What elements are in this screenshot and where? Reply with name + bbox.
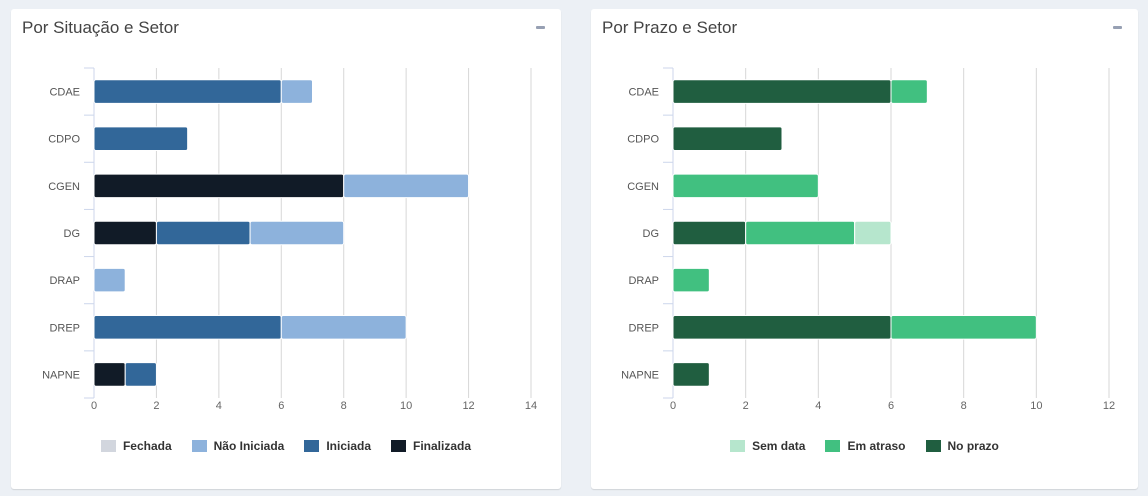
bar-segment[interactable] bbox=[890, 315, 1037, 340]
bar-segment[interactable] bbox=[672, 220, 747, 246]
prazo-setor-chart: CDAE CDPO CGEN DG DRAP DREP NAPNE 0 2 4 6 8 10 12 bbox=[621, 67, 1115, 412]
x-tick-label: 14 bbox=[525, 400, 537, 412]
category-label: CGEN bbox=[627, 181, 659, 193]
bar-segment[interactable] bbox=[854, 220, 892, 246]
x-tick-label: 0 bbox=[670, 400, 676, 412]
x-tick-label: 0 bbox=[91, 400, 97, 412]
x-tick-label: 4 bbox=[216, 400, 222, 412]
legend-item[interactable]: Sem data bbox=[730, 439, 805, 453]
category-label: CDAE bbox=[49, 87, 80, 99]
bar-segment[interactable] bbox=[890, 79, 928, 104]
legend-label: Sem data bbox=[752, 439, 806, 453]
prazo-setor-panel: Por Prazo e Setor CDAE CDPO CGEN DG DRAP DREP… bbox=[591, 9, 1138, 489]
category-label: CDAE bbox=[628, 87, 659, 99]
bar-segment[interactable] bbox=[249, 220, 345, 246]
x-tick-label: 8 bbox=[961, 400, 967, 412]
legend-swatch bbox=[100, 440, 116, 452]
legend-item[interactable]: Em atraso bbox=[825, 439, 906, 453]
category-label: DRAP bbox=[49, 275, 80, 287]
bar-segment[interactable] bbox=[280, 79, 313, 104]
legend-label: Em atraso bbox=[847, 439, 906, 453]
x-tick-label: 2 bbox=[153, 400, 159, 412]
category-label: DREP bbox=[49, 322, 80, 334]
x-tick-label: 10 bbox=[400, 400, 412, 412]
legend-item[interactable]: Fechada bbox=[100, 439, 172, 453]
chart-legend: Sem data Em atraso No prazo bbox=[591, 439, 1138, 453]
x-tick-label: 6 bbox=[888, 400, 894, 412]
x-tick-label: 2 bbox=[743, 400, 749, 412]
category-label: DG bbox=[643, 228, 660, 240]
legend-swatch bbox=[304, 440, 320, 452]
bar-segment[interactable] bbox=[93, 173, 345, 199]
category-label: NAPNE bbox=[621, 369, 659, 381]
legend-swatch bbox=[825, 440, 841, 452]
bar-segment[interactable] bbox=[155, 220, 251, 246]
bar-segment[interactable] bbox=[672, 315, 892, 340]
bar-segment[interactable] bbox=[280, 315, 407, 340]
chart-legend: Fechada Não Iniciada Iniciada Finalizada bbox=[11, 439, 561, 453]
bar-segment[interactable] bbox=[672, 79, 892, 104]
legend-item[interactable]: Iniciada bbox=[304, 439, 371, 453]
situacao-setor-panel: Por Situação e Setor CDAE CDPO CGEN DG DRAP D… bbox=[11, 9, 561, 489]
bar-segment[interactable] bbox=[672, 126, 783, 152]
x-tick-label: 6 bbox=[278, 400, 284, 412]
legend-label: Iniciada bbox=[326, 439, 372, 453]
x-tick-label: 12 bbox=[1103, 400, 1115, 412]
legend-swatch bbox=[925, 440, 941, 452]
bar-segment[interactable] bbox=[93, 126, 189, 152]
bar-segment[interactable] bbox=[672, 362, 710, 387]
legend-swatch bbox=[391, 440, 407, 452]
legend-item[interactable]: No prazo bbox=[925, 439, 999, 453]
bar-segment[interactable] bbox=[745, 220, 856, 246]
bar-segment[interactable] bbox=[93, 362, 126, 387]
bar-segment[interactable] bbox=[672, 267, 710, 293]
legend-item[interactable]: Não Iniciada bbox=[191, 439, 285, 453]
category-label: DRAP bbox=[628, 275, 659, 287]
category-label: DREP bbox=[628, 322, 659, 334]
bar-segment[interactable] bbox=[124, 362, 157, 387]
bar-segment[interactable] bbox=[93, 267, 126, 293]
category-label: CGEN bbox=[48, 181, 80, 193]
category-label: NAPNE bbox=[42, 369, 80, 381]
legend-label: Finalizada bbox=[413, 439, 472, 453]
legend-item[interactable]: Finalizada bbox=[391, 439, 471, 453]
category-label: CDPO bbox=[627, 134, 659, 146]
category-label: CDPO bbox=[48, 134, 80, 146]
legend-label: Não Iniciada bbox=[213, 439, 285, 453]
legend-label: No prazo bbox=[947, 439, 999, 453]
category-label: DG bbox=[64, 228, 81, 240]
bar-segment[interactable] bbox=[672, 173, 819, 199]
x-tick-label: 4 bbox=[815, 400, 821, 412]
legend-label: Fechada bbox=[122, 439, 172, 453]
bar-segment[interactable] bbox=[93, 79, 282, 104]
bar-segment[interactable] bbox=[93, 220, 157, 246]
legend-swatch bbox=[730, 440, 746, 452]
x-tick-label: 10 bbox=[1030, 400, 1042, 412]
bar-segment[interactable] bbox=[93, 315, 282, 340]
situacao-setor-chart: CDAE CDPO CGEN DG DRAP DREP NAPNE 0 2 4 6 8 10 12 14 bbox=[42, 67, 537, 412]
legend-swatch bbox=[191, 440, 207, 452]
x-tick-label: 8 bbox=[341, 400, 347, 412]
x-tick-label: 12 bbox=[462, 400, 474, 412]
bar-segment[interactable] bbox=[343, 173, 470, 199]
